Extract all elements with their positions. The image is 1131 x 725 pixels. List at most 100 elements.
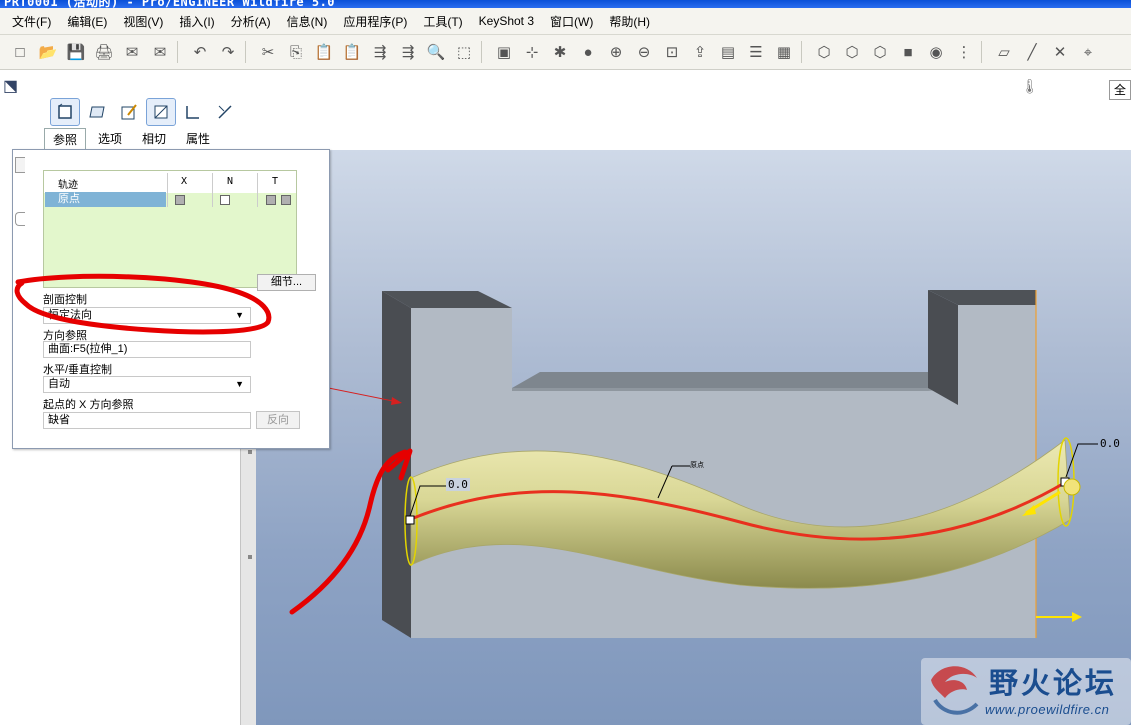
dropdown-arrow-icon: ▼ (235, 379, 244, 389)
nav-tab[interactable] (15, 157, 25, 173)
x-checkbox[interactable] (175, 195, 185, 205)
solid-icon[interactable] (50, 98, 80, 126)
open-icon[interactable]: 📂 (34, 39, 62, 65)
zoom-out-icon[interactable]: ⊖ (630, 39, 658, 65)
orient-icon[interactable]: ✱ (546, 39, 574, 65)
cut-material-icon[interactable] (146, 98, 176, 126)
hidden-line-icon[interactable]: ⬡ (838, 39, 866, 65)
tab-tangency[interactable]: 相切 (134, 128, 174, 151)
hv-control-select[interactable]: 自动 ▼ (43, 376, 251, 393)
view-manager-icon[interactable]: ⇪ (686, 39, 714, 65)
menu-applications[interactable]: 应用程序(P) (335, 13, 415, 30)
flip-icon[interactable] (210, 98, 240, 126)
forum-watermark: 野火论坛 www.proewildfire.cn (921, 658, 1131, 725)
menu-help[interactable]: 帮助(H) (601, 13, 658, 30)
direction-ref-value: 曲面:F5(拉伸_1) (48, 343, 128, 355)
named-view-icon[interactable]: ▤ (714, 39, 742, 65)
print-icon[interactable]: 🖨 (90, 39, 118, 65)
window-title: PRT0001 (活动的) - Pro/ENGINEER Wildfire 5.… (4, 0, 336, 8)
menu-edit[interactable]: 编辑(E) (59, 13, 115, 30)
tab-references[interactable]: 参照 (44, 128, 87, 151)
menu-analysis[interactable]: 分析(A) (223, 13, 279, 30)
refit-icon[interactable]: ⊡ (658, 39, 686, 65)
appearance-icon[interactable]: ● (574, 39, 602, 65)
hv-control-value: 自动 (48, 378, 70, 390)
thin-icon[interactable] (178, 98, 208, 126)
menu-info[interactable]: 信息(N) (279, 13, 336, 30)
graphics-window[interactable] (256, 150, 1131, 725)
trajectory-row[interactable]: 原点 (44, 192, 296, 207)
nav-tab-secondary[interactable] (15, 212, 25, 226)
section-control-value: 恒定法向 (48, 309, 92, 321)
no-hidden-icon[interactable]: ⬡ (866, 39, 894, 65)
save-icon[interactable]: 💾 (62, 39, 90, 65)
main-toolbar: □ 📂 💾 🖨 ✉ ✉ ↶ ↷ ✂ ⎘ 📋 📋 ⇶ ⇶ 🔍 ⬚ ▣ ⊹ ✱ ● ⊕ ⊖ ⊡ ⇪ ▤ ☰ ▦ ⬡ ⬡ ⬡ ■ ◉ ⋮ ▱ ╱ ✕ ⌖ (0, 35, 1131, 70)
tab-options[interactable]: 选项 (90, 128, 130, 151)
x-dir-ref-field[interactable]: 缺省 (43, 412, 251, 429)
hv-control-label: 水平/垂直控制 (43, 364, 113, 376)
sketch-icon[interactable] (114, 98, 144, 126)
model-setup-icon[interactable]: ▦ (770, 39, 798, 65)
undo-icon[interactable]: ↶ (186, 39, 214, 65)
tab-properties[interactable]: 属性 (178, 128, 218, 151)
menu-window[interactable]: 窗口(W) (542, 13, 601, 30)
col-x: X (181, 176, 188, 187)
datum-axis-icon[interactable]: ╱ (1018, 39, 1046, 65)
curve-label: 原点 (690, 462, 704, 469)
x-dir-ref-label: 起点的 X 方向参照 (43, 399, 134, 411)
flip-button[interactable]: 反向 (256, 411, 300, 429)
direction-ref-field[interactable]: 曲面:F5(拉伸_1) (43, 341, 251, 358)
trajectory-name: 原点 (45, 192, 166, 207)
t-checkbox-secondary[interactable] (281, 195, 291, 205)
redo-icon[interactable]: ↷ (214, 39, 242, 65)
menu-keyshot[interactable]: KeyShot 3 (471, 14, 542, 28)
copy-icon[interactable]: ⎘ (282, 39, 310, 65)
toolbar-separator (481, 41, 487, 63)
dimension-left-value[interactable]: 0.0 (446, 478, 470, 491)
col-trajectory: 轨迹 (58, 180, 78, 191)
col-t: T (272, 176, 279, 187)
enhanced-realism-icon[interactable]: ◉ (922, 39, 950, 65)
menu-insert[interactable]: 插入(I) (171, 13, 222, 30)
csys-icon[interactable]: ⌖ (1074, 39, 1102, 65)
watermark-title: 野火论坛 (989, 666, 1118, 700)
n-checkbox[interactable] (220, 195, 230, 205)
repaint-icon[interactable]: ▣ (490, 39, 518, 65)
menu-file[interactable]: 文件(F) (4, 13, 59, 30)
dropdown-arrow-icon: ▼ (235, 310, 244, 320)
full-button[interactable]: 全 (1109, 80, 1131, 100)
surface-icon[interactable] (82, 98, 112, 126)
references-panel: 轨迹 X N T 原点 细节... 剖面控制 恒定法向 ▼ 方向参照 曲面:F5… (12, 149, 330, 449)
thermometer-icon: 🌡 (1021, 78, 1039, 94)
datum-point-icon[interactable]: ✕ (1046, 39, 1074, 65)
regenerate-manager-icon[interactable]: ⇶ (394, 39, 422, 65)
paste-icon[interactable]: 📋 (310, 39, 338, 65)
shading-icon[interactable]: ■ (894, 39, 922, 65)
dimension-right-value[interactable]: 0.0 (1100, 437, 1120, 450)
settings-icon[interactable]: ⋮ (950, 39, 978, 65)
new-icon[interactable]: □ (6, 39, 34, 65)
menu-bar: 文件(F) 编辑(E) 视图(V) 插入(I) 分析(A) 信息(N) 应用程序… (0, 8, 1131, 35)
find-icon[interactable]: 🔍 (422, 39, 450, 65)
paste-special-icon[interactable]: 📋 (338, 39, 366, 65)
menu-view[interactable]: 视图(V) (115, 13, 171, 30)
spin-center-icon[interactable]: ⊹ (518, 39, 546, 65)
send-icon[interactable]: ✉ (118, 39, 146, 65)
section-control-select[interactable]: 恒定法向 ▼ (43, 307, 251, 324)
detail-button[interactable]: 细节... (257, 274, 316, 291)
cut-icon[interactable]: ✂ (254, 39, 282, 65)
t-checkbox[interactable] (266, 195, 276, 205)
sash-grip (248, 555, 252, 559)
mail-icon[interactable]: ✉ (146, 39, 174, 65)
datum-plane-icon[interactable]: ▱ (990, 39, 1018, 65)
trajectory-table-header: 轨迹 X N T (44, 171, 296, 207)
wireframe-icon[interactable]: ⬡ (810, 39, 838, 65)
layers-icon[interactable]: ☰ (742, 39, 770, 65)
sash-grip (248, 450, 252, 454)
dashboard-icons (50, 98, 242, 126)
select-box-icon[interactable]: ⬚ (450, 39, 478, 65)
dashboard-tabs: 参照 选项 相切 属性 (44, 128, 222, 151)
regenerate-icon[interactable]: ⇶ (366, 39, 394, 65)
zoom-in-icon[interactable]: ⊕ (602, 39, 630, 65)
menu-tools[interactable]: 工具(T) (415, 13, 470, 30)
